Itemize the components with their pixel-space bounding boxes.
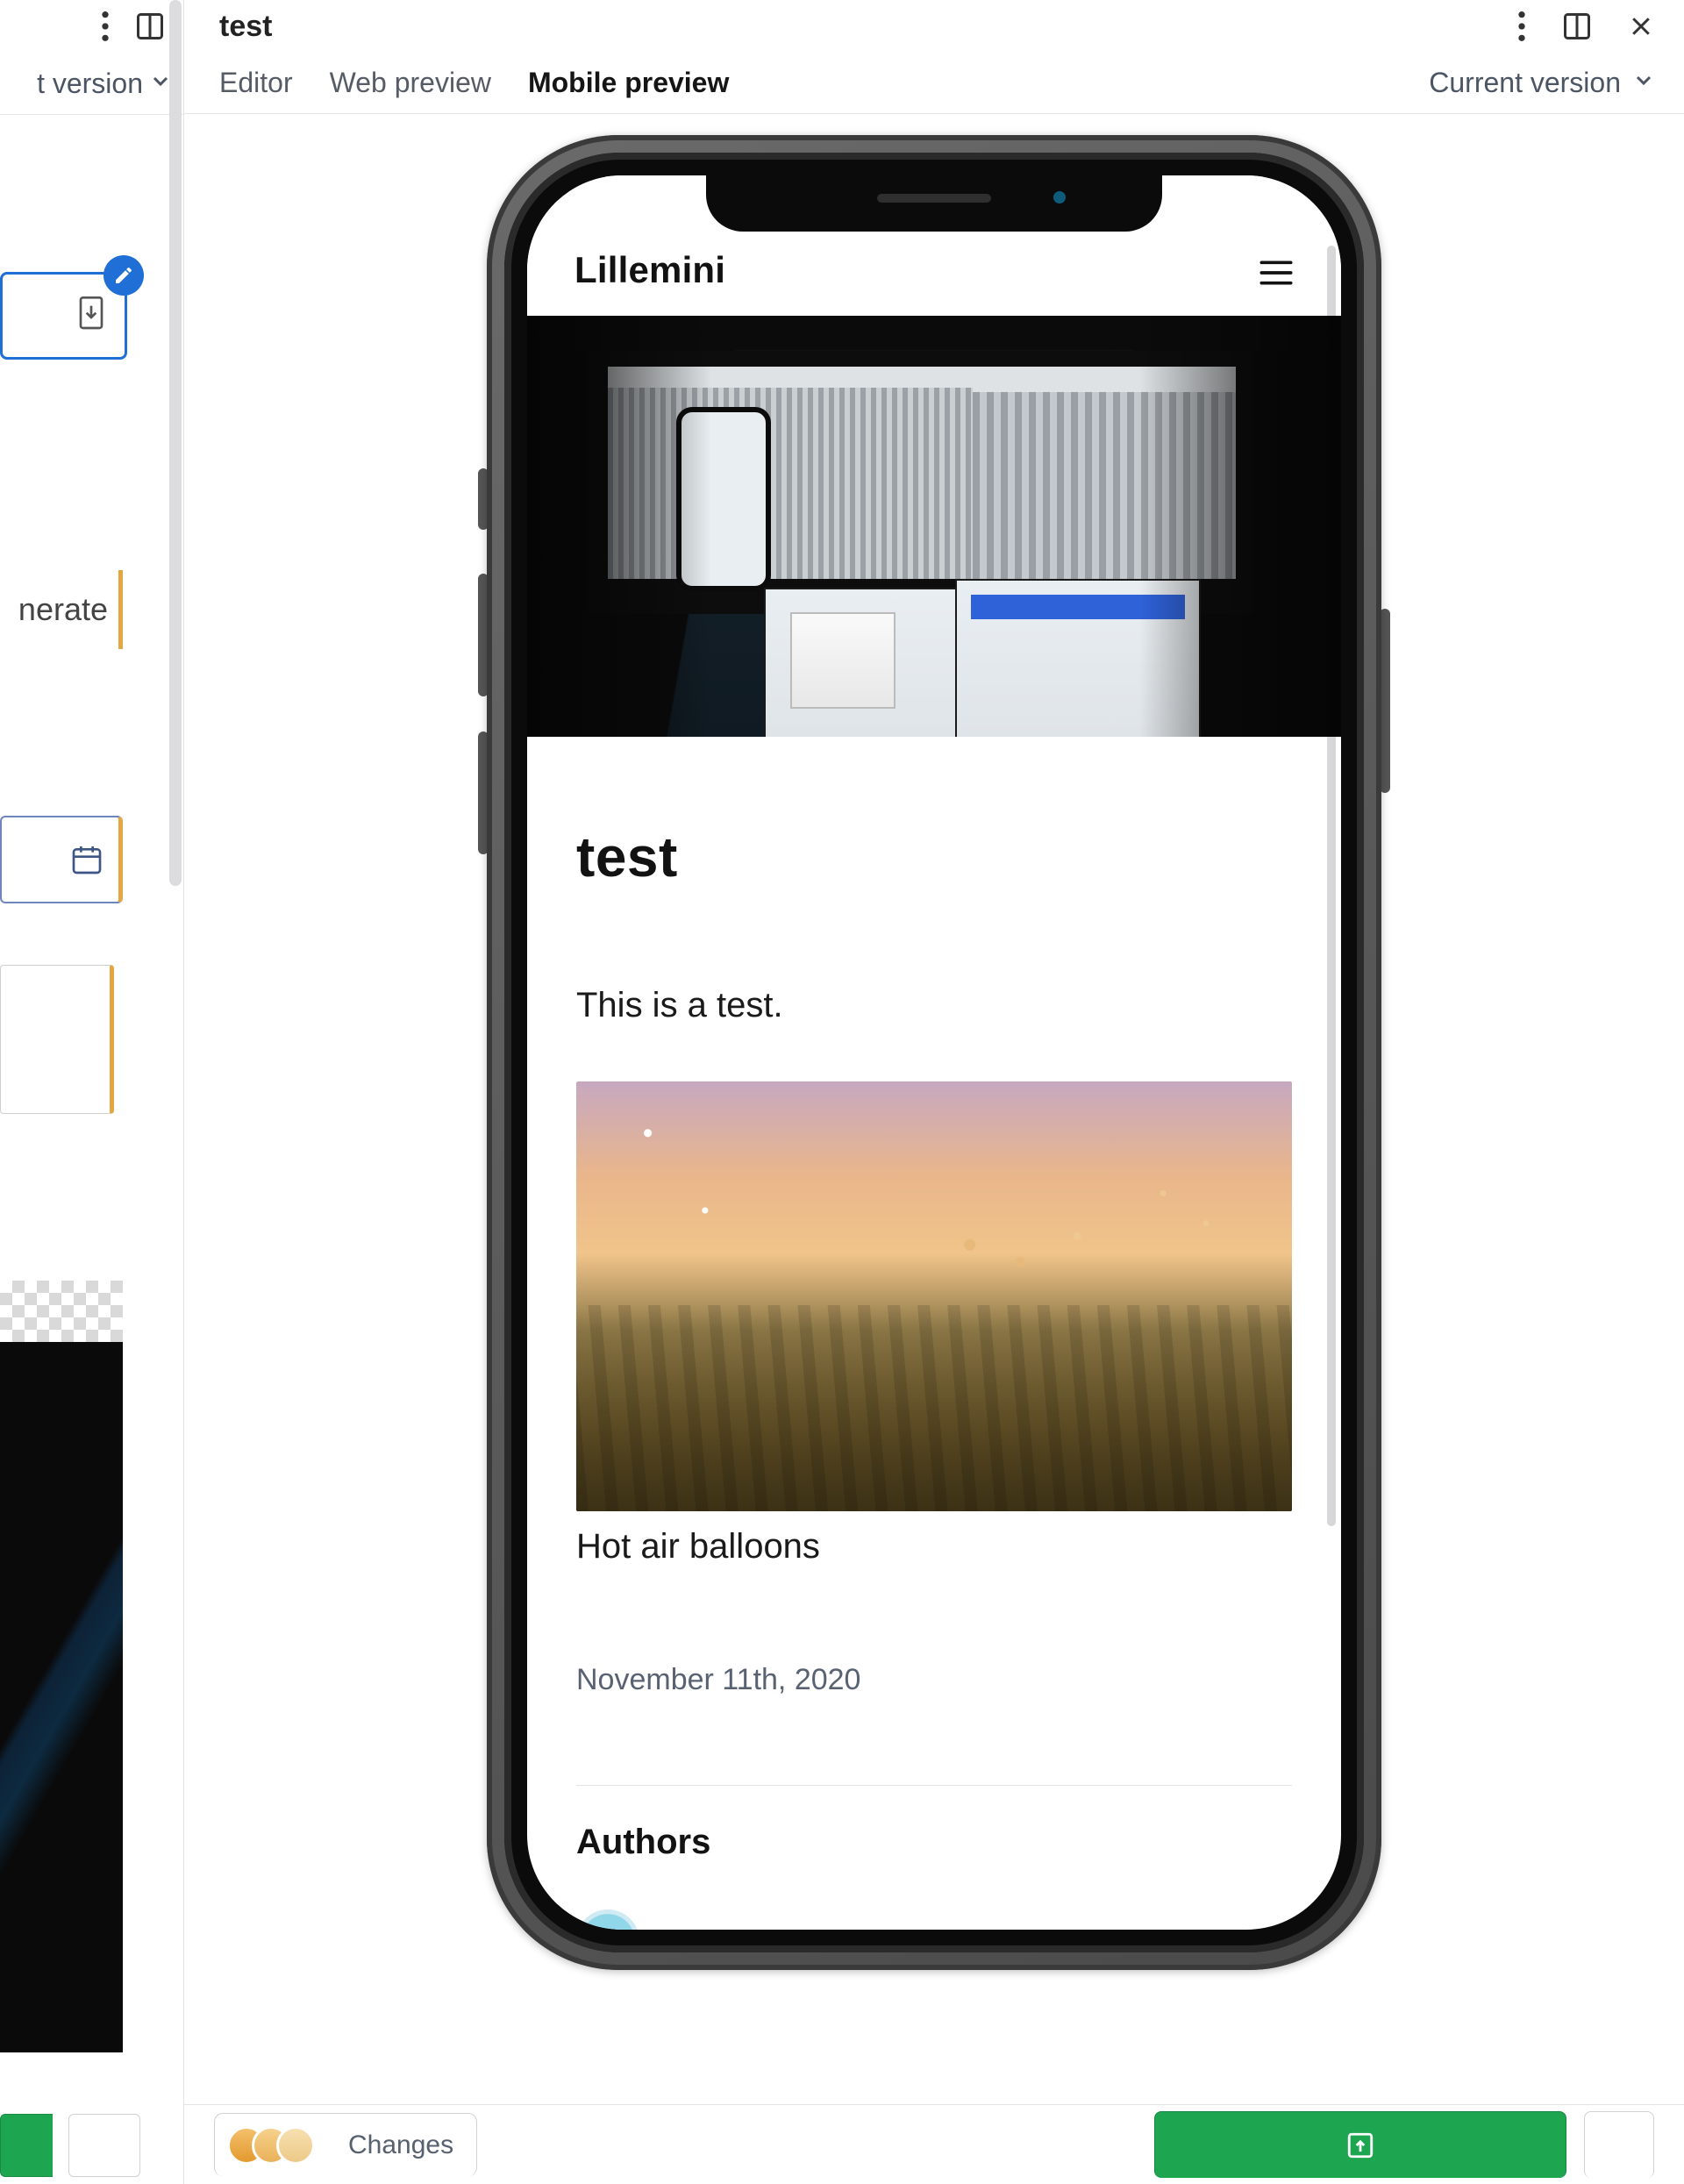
calendar-icon — [69, 842, 104, 877]
left-version-select[interactable]: t version — [0, 53, 183, 114]
main-tabs-row: Editor Web preview Mobile preview Curren… — [184, 53, 1684, 114]
tab-web-preview[interactable]: Web preview — [330, 67, 491, 99]
phone-frame: Lillemini — [487, 135, 1381, 1970]
publish-button[interactable] — [1154, 2111, 1566, 2178]
panel-split-icon[interactable] — [134, 11, 166, 42]
main-panel: test Editor Web preview Mobile preview — [184, 0, 1684, 2184]
hero-image — [527, 316, 1341, 737]
sidebar-scrollbar[interactable] — [169, 0, 182, 886]
changes-label: Changes — [348, 2130, 453, 2160]
sidebar-hero-thumbnail[interactable] — [0, 1281, 123, 2052]
article-image — [576, 1081, 1292, 1511]
avatar — [276, 2126, 315, 2165]
left-action-secondary[interactable] — [68, 2114, 140, 2177]
sidebar-item-label: nerate — [18, 591, 108, 628]
phone-screen: Lillemini — [527, 175, 1341, 1930]
article-title: test — [576, 824, 1292, 889]
tab-mobile-preview[interactable]: Mobile preview — [528, 67, 729, 99]
site-brand[interactable]: Lillemini — [574, 249, 725, 291]
avatar-stack — [227, 2124, 332, 2166]
version-select-label: Current version — [1429, 67, 1621, 99]
publish-icon — [1345, 2130, 1375, 2160]
changes-chip[interactable]: Changes — [214, 2113, 477, 2176]
article-date: November 11th, 2020 — [576, 1663, 1292, 1697]
sidebar-item-generate[interactable]: nerate — [0, 570, 123, 649]
authors-heading: Authors — [576, 1823, 1292, 1862]
more-vertical-icon[interactable] — [1517, 11, 1526, 41]
article-paragraph: This is a test. — [576, 986, 1292, 1025]
left-action-primary[interactable] — [0, 2114, 53, 2177]
phone-notch — [706, 165, 1162, 232]
fragment-card-selected[interactable] — [0, 272, 127, 360]
edit-pencil-icon[interactable] — [103, 255, 144, 296]
hamburger-menu-icon[interactable] — [1259, 259, 1294, 291]
close-icon[interactable] — [1628, 13, 1654, 39]
image-caption: Hot air balloons — [576, 1527, 1292, 1567]
version-select[interactable]: Current version — [1429, 67, 1654, 99]
more-actions-button[interactable] — [1584, 2111, 1654, 2178]
left-sidebar: t version nerate — [0, 0, 184, 2184]
document-download-icon — [77, 296, 105, 336]
preview-area: Lillemini — [184, 114, 1684, 2105]
main-header: test — [184, 0, 1684, 53]
panel-split-icon[interactable] — [1561, 11, 1593, 42]
bottom-bar: Changes — [184, 2105, 1684, 2184]
divider — [576, 1785, 1292, 1786]
page-title: test — [219, 10, 272, 44]
chevron-down-icon — [150, 69, 171, 97]
tab-editor[interactable]: Editor — [219, 67, 293, 99]
sidebar-card-date[interactable] — [0, 816, 123, 903]
left-version-label: t version — [37, 68, 143, 100]
more-vertical-icon[interactable] — [101, 11, 110, 41]
sidebar-card-empty[interactable] — [0, 965, 114, 1114]
chevron-down-icon — [1633, 69, 1654, 96]
author-avatar[interactable] — [576, 1909, 639, 1930]
